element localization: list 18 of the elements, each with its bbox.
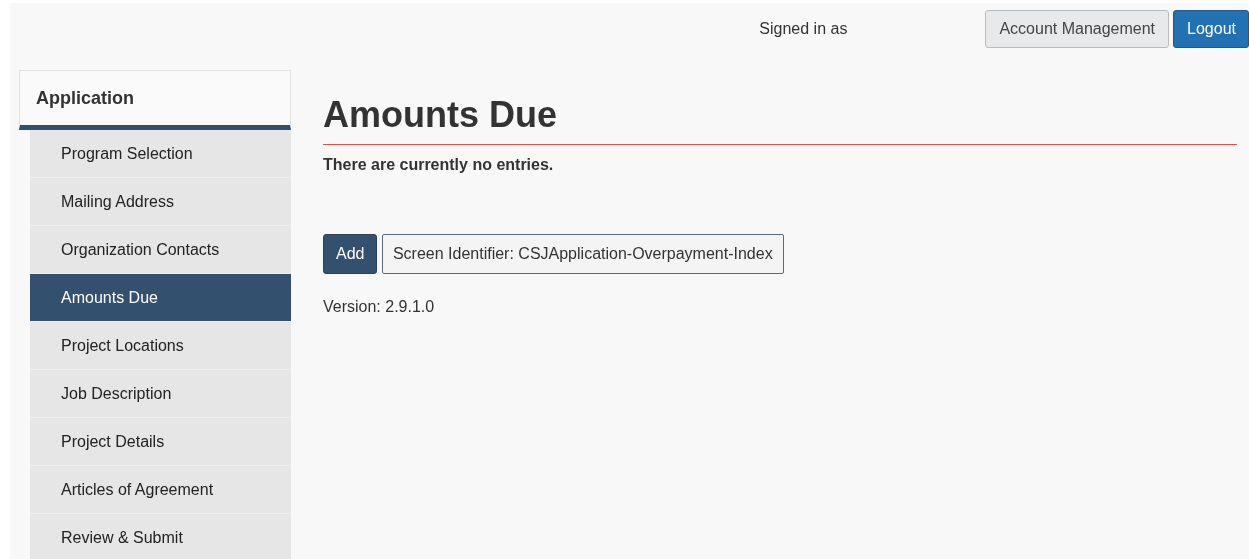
account-button[interactable]: Account Management [985, 10, 1170, 48]
add-button[interactable]: Add [323, 234, 378, 274]
logout-button[interactable]: Logout [1173, 10, 1249, 48]
version-label: Version: 2.9.1.0 [323, 298, 436, 316]
sidebar-header: Application [19, 70, 291, 130]
sidebar-item[interactable]: Articles of Agreement [30, 466, 291, 514]
empty-message: There are currently no entries. [323, 156, 555, 174]
page-title: Amounts Due [323, 94, 1237, 145]
sidebar-item[interactable]: Job Description [30, 370, 291, 418]
sidebar-item[interactable]: Organization Contacts [30, 226, 291, 274]
sidebar-item[interactable]: Project Locations [30, 322, 291, 370]
signed-in-label: Signed in as [759, 20, 848, 38]
sidebar-item[interactable]: Program Selection [30, 130, 291, 178]
sidebar-item[interactable]: Mailing Address [30, 178, 291, 226]
sidebar-item[interactable]: Amounts Due [30, 274, 291, 322]
screen-identifier: Screen Identifier: CSJApplication-Overpayment-Index [381, 234, 784, 274]
sidebar-item[interactable]: Project Details [30, 418, 291, 466]
sidebar-item[interactable]: Review & Submit [30, 514, 291, 559]
